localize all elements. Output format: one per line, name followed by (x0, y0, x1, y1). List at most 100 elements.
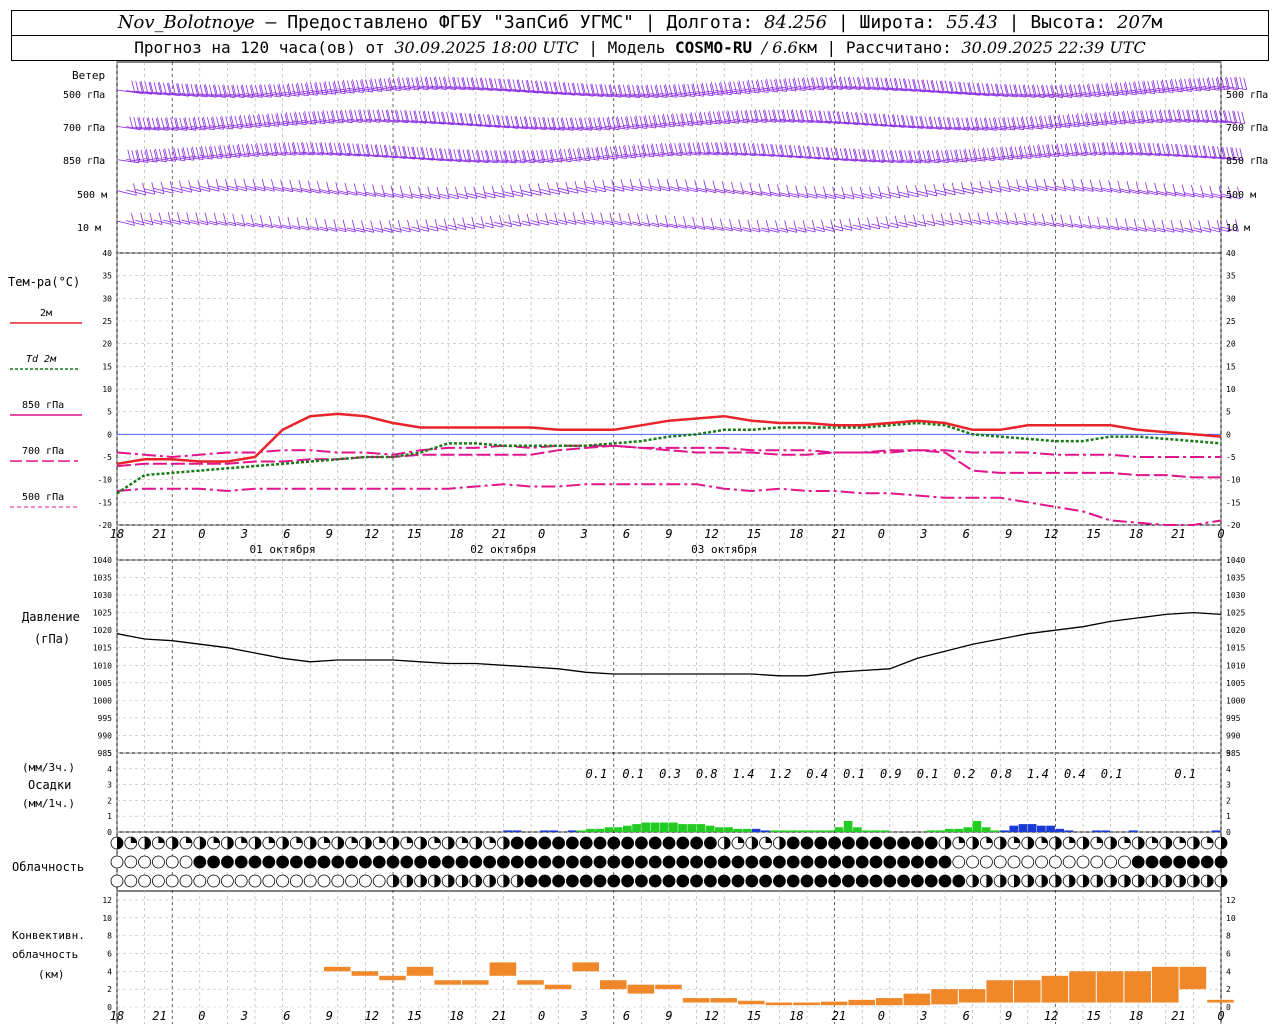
cloud-cover-icon (855, 855, 869, 869)
wind-barb-staff (1165, 227, 1184, 233)
hour-tick-label: 18 (110, 527, 124, 541)
wind-barb-feather (591, 212, 595, 225)
cloud-cover-icon (1062, 855, 1076, 869)
wind-barb-feather (793, 145, 798, 158)
convective-bar (627, 984, 655, 994)
cloud-cover-icon (662, 855, 676, 869)
precip-total-label: 0.1 (1174, 767, 1196, 781)
cloud-cover-icon (593, 855, 607, 869)
cloud-cover-icon (151, 855, 165, 869)
cloud-cover-icon (138, 855, 152, 869)
wind-barb-staff (328, 226, 347, 233)
wind-barb-feather (186, 212, 191, 225)
cloud-cover-icon (358, 874, 372, 888)
wind-barb-feather (1243, 77, 1248, 90)
wind-level-500m: 500 м (77, 190, 107, 201)
temp-tick-label-right: 0 (1226, 430, 1231, 439)
precip-bar (742, 828, 752, 832)
legend-850-label: 850 гПа (22, 400, 64, 411)
pressure-tick-label-left: 1030 (93, 591, 112, 600)
wind-barb-staff (126, 220, 144, 226)
cloud-cover-sector (434, 875, 441, 887)
cloud-cover-icon (248, 874, 262, 888)
cloud-cover-icon (110, 855, 124, 869)
cloud-cover-sector (1221, 875, 1227, 887)
cloud-cover-icon (303, 874, 317, 888)
hour-tick-label: 12 (1044, 527, 1058, 541)
cloud-cover-sector (1083, 837, 1089, 849)
cloud-cover-sector (462, 837, 468, 843)
cloud-cover-icon (179, 874, 193, 888)
precip-total-label: 1.2 (770, 767, 792, 781)
cloud-cover-icon (952, 874, 966, 888)
wind-barb-feather (1062, 178, 1066, 191)
wind-barb-staff (1092, 120, 1117, 126)
wind-barb-feather (1152, 143, 1157, 156)
cloud-cover-icon (1049, 855, 1062, 869)
wind-barb-feather (554, 212, 559, 225)
conv-unit: (км) (38, 968, 65, 981)
cloud-cover-sector (393, 875, 399, 887)
wind-barb-feather (1216, 146, 1221, 159)
wind-barb-staff (659, 122, 684, 127)
wind-barb-feather (858, 149, 862, 162)
precip-bar (503, 830, 513, 832)
cloud-cover-icon (234, 874, 248, 888)
cloud-cover-icon (538, 874, 552, 888)
cloud-cover-sector (1096, 837, 1103, 843)
cloud-cover-sector (1000, 837, 1007, 849)
conv-tick-label-left: 6 (107, 949, 112, 958)
cloud-cover-icon (179, 855, 193, 869)
temp-tick-label-left: 10 (102, 385, 112, 394)
wind-barb-feather (1034, 178, 1039, 192)
hour-tick-label: 6 (963, 527, 970, 541)
pressure-tick-label-right: 1010 (1226, 661, 1245, 670)
conv-tick-label-right: 2 (1226, 985, 1231, 994)
cloud-cover-sector (434, 837, 441, 843)
wind-barb-staff (595, 219, 613, 226)
precip-bars: 0.1 0.1 0.3 0.8 1.4 1.2 0.4 0.1 0.9 0.1 0.2 0.8 1.4 0… (503, 767, 1221, 832)
convective-bar (848, 999, 875, 1006)
precip-bar (807, 830, 816, 832)
hour-tick-label-bottom: 12 (1044, 1009, 1058, 1023)
convective-bar (379, 975, 406, 981)
cloud-cover-sector (489, 875, 496, 887)
wind-barb-staff (1119, 119, 1144, 124)
wind-level-r-700hpa: 700 гПа (1226, 123, 1268, 134)
precip-bar (926, 830, 936, 832)
cloud-cover-icon (924, 855, 938, 869)
cloud-cover-sector (765, 837, 772, 843)
cloud-cover-icon (1007, 855, 1021, 869)
cloud-cover-icon (635, 855, 648, 869)
cloud-cover-icon (538, 836, 552, 850)
wind-barb-feather (878, 186, 882, 199)
wind-barb-staff (135, 219, 153, 226)
convective-bar (324, 966, 351, 972)
cloud-cover-icon (345, 855, 359, 869)
convective-bar (682, 998, 710, 1003)
wind-barb-staff (116, 159, 139, 164)
cloud-cover-icon (331, 855, 345, 869)
wind-barb-feather (775, 220, 779, 233)
wind-barb-feather (1161, 143, 1166, 156)
cloud-cover-icon (648, 874, 662, 888)
cloud-cover-icon (248, 855, 262, 869)
hour-tick-label-bottom: 15 (407, 1009, 421, 1023)
wind-barb-feather (922, 214, 927, 227)
cloud-cover-sector (365, 837, 372, 849)
precip-tick-label-right: 1 (1226, 812, 1231, 821)
hour-tick-label: 0 (198, 527, 205, 541)
cloud-cover-icon (358, 855, 372, 869)
wind-barb-feather (867, 217, 871, 230)
temp-tick-label-left: -5 (102, 453, 112, 462)
cloud-cover-icon (483, 855, 497, 869)
conv-tick-label-right: 8 (1226, 932, 1231, 941)
cloud-cover-icon (621, 836, 634, 850)
precip-bar (862, 830, 871, 832)
wind-barb-feather (848, 148, 853, 161)
hour-tick-label-bottom: 9 (1005, 1009, 1012, 1023)
conv-title-2: облачность (12, 948, 78, 961)
cloud-cover-sector (1138, 837, 1145, 849)
cloud-cover-sector (130, 837, 137, 843)
wind-barb-feather (986, 212, 991, 225)
